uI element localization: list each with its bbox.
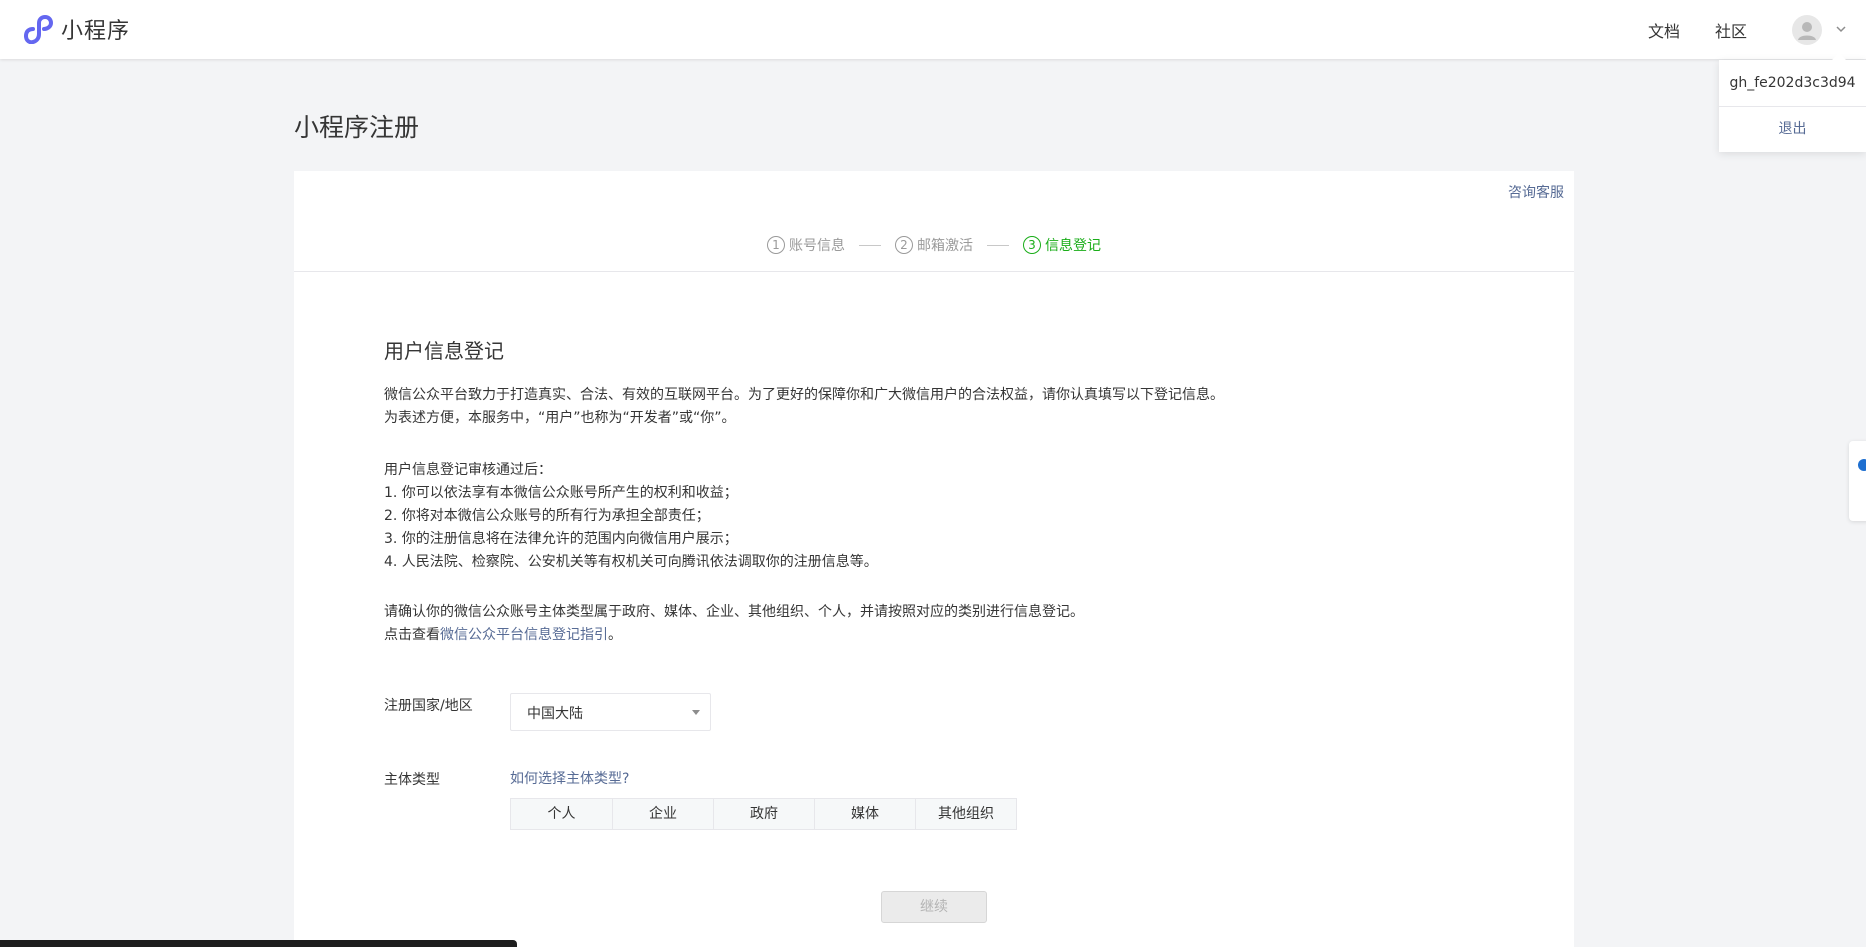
entity-type-label: 主体类型 [384,772,440,788]
nav-community-link[interactable]: 社区 [1715,18,1747,42]
help-icon [1858,459,1866,471]
step-label: 信息登记 [1045,238,1101,254]
intro-line: 微信公众平台致力于打造真实、合法、有效的互联网平台。为了更好的保障你和广大微信用… [384,387,1224,403]
step-info-registration: 3 信息登记 [1023,235,1101,255]
entity-type-government[interactable]: 政府 [713,799,814,829]
side-float-widget[interactable] [1849,441,1866,521]
avatar[interactable] [1792,15,1822,45]
country-select[interactable]: 中国大陆 [510,693,711,731]
account-id: gh_fe202d3c3d94 [1719,60,1866,107]
status-bar [0,940,517,947]
registration-panel: 咨询客服 1 账号信息 2 邮箱激活 3 信息登记 用户信息登记 微信公众平台致… [294,171,1574,947]
guide-suffix: 。 [608,627,622,643]
step-account-info: 1 账号信息 [767,235,845,255]
after-approval-text: 用户信息登记审核通过后： 1. 你可以依法享有本微信公众账号所产生的权利和收益；… [384,459,878,574]
entity-type-other-org[interactable]: 其他组织 [915,799,1016,829]
consult-service-link[interactable]: 咨询客服 [1508,182,1564,202]
nav-docs-link[interactable]: 文档 [1648,18,1680,42]
step-separator [987,244,1009,246]
entity-type-individual[interactable]: 个人 [511,799,612,829]
entity-type-options: 个人 企业 政府 媒体 其他组织 [510,798,1017,830]
chevron-down-icon[interactable] [1834,22,1848,36]
entity-type-help-link[interactable]: 如何选择主体类型? [510,768,629,788]
list-item: 4. 人民法院、检察院、公安机关等有权机关可向腾讯依法调取你的注册信息等。 [384,554,878,570]
caret-down-icon [692,710,700,715]
user-avatar-icon [1798,22,1816,40]
page-title: 小程序注册 [294,113,420,142]
confirm-text: 请确认你的微信公众账号主体类型属于政府、媒体、企业、其他组织、个人，并请按照对应… [384,601,1084,647]
logout-button[interactable]: 退出 [1719,107,1866,152]
entity-type-enterprise[interactable]: 企业 [612,799,713,829]
country-select-value: 中国大陆 [527,706,583,722]
divider [294,271,1574,272]
step-label: 账号信息 [789,238,845,254]
mini-program-logo-icon [24,14,53,44]
list-item: 3. 你的注册信息将在法律允许的范围内向微信用户展示； [384,531,738,547]
entity-type-media[interactable]: 媒体 [814,799,915,829]
guide-line: 点击查看微信公众平台信息登记指引。 [384,624,1084,647]
logo-text: 小程序 [61,19,131,44]
guide-link[interactable]: 微信公众平台信息登记指引 [440,627,608,643]
confirm-line: 请确认你的微信公众账号主体类型属于政府、媒体、企业、其他组织、个人，并请按照对应… [384,604,1084,620]
step-email-activation: 2 邮箱激活 [895,235,973,255]
account-dropdown: gh_fe202d3c3d94 退出 [1719,53,1866,152]
intro-line: 为表述方便，本服务中，“用户”也称为“开发者”或“你”。 [384,410,736,426]
step-number: 2 [895,236,913,254]
step-separator [859,244,881,246]
continue-button[interactable]: 继续 [881,891,987,923]
step-number: 1 [767,236,785,254]
list-item: 1. 你可以依法享有本微信公众账号所产生的权利和收益； [384,485,738,501]
top-bar: 小程序 文档 社区 [0,0,1866,59]
after-approval-title: 用户信息登记审核通过后： [384,462,552,478]
guide-prefix: 点击查看 [384,627,440,643]
intro-text: 微信公众平台致力于打造真实、合法、有效的互联网平台。为了更好的保障你和广大微信用… [384,384,1224,430]
list-item: 2. 你将对本微信公众账号的所有行为承担全部责任； [384,508,710,524]
step-number: 3 [1023,236,1041,254]
step-label: 邮箱激活 [917,238,973,254]
country-label: 注册国家/地区 [384,698,473,714]
logo[interactable]: 小程序 [20,13,130,45]
section-title: 用户信息登记 [384,339,504,363]
step-indicator: 1 账号信息 2 邮箱激活 3 信息登记 [294,235,1574,255]
